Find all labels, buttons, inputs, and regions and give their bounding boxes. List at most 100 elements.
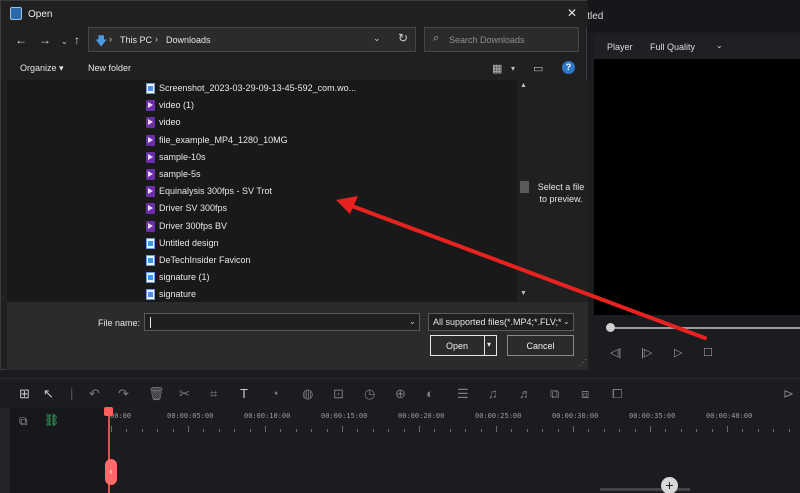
chevron-down-icon[interactable]: ⌄	[716, 41, 723, 50]
cancel-button[interactable]: Cancel	[507, 335, 574, 356]
delete-icon[interactable]: 🗑	[148, 387, 165, 401]
zoom-in-icon[interactable]: +	[661, 477, 678, 493]
layout-icon[interactable]: ⊞	[19, 387, 30, 401]
stabilize-icon[interactable]: ⊡	[333, 387, 344, 401]
snapshot-icon[interactable]: ⧠	[612, 387, 622, 401]
view-options-icon[interactable]: ▦	[492, 62, 502, 75]
file-row[interactable]: signature (1)	[128, 269, 517, 286]
undo-icon[interactable]: ↶	[89, 387, 100, 401]
file-row[interactable]: Untitled design	[128, 235, 517, 252]
open-button[interactable]: Open ▾	[430, 335, 497, 356]
file-name-input[interactable]	[149, 316, 399, 329]
link-icon[interactable]: ⛓	[44, 413, 59, 427]
scrollbar-thumb[interactable]	[520, 181, 529, 193]
file-row[interactable]: file_example_MP4_1280_10MG	[128, 132, 517, 149]
color-icon[interactable]: ◍	[302, 387, 313, 401]
file-row[interactable]: signature	[128, 286, 517, 303]
playhead-cap[interactable]	[104, 407, 113, 416]
refresh-icon[interactable]: ↻	[398, 31, 408, 45]
search-icon: ⌕	[433, 32, 440, 44]
file-row[interactable]: Equinalysis 300fps - SV Trot	[128, 183, 517, 200]
search-box[interactable]: ⌕	[424, 27, 579, 52]
preview-pane-icon[interactable]: ▭	[533, 62, 543, 75]
freeze-icon[interactable]: ⊕	[395, 387, 406, 401]
cut-icon[interactable]: ✂	[179, 387, 190, 401]
audio-icon[interactable]: ♫	[488, 387, 498, 401]
ruler-tick	[650, 426, 651, 432]
playback-scrubber[interactable]	[610, 327, 800, 329]
playhead-handle[interactable]: ‹	[105, 459, 117, 485]
preview-message: Select a file to preview.	[537, 182, 585, 204]
search-input[interactable]	[449, 32, 574, 48]
redo-icon[interactable]: ↷	[118, 387, 129, 401]
ruler-tick	[773, 429, 775, 432]
file-row[interactable]: sample-5s	[128, 166, 517, 183]
scroll-down-icon[interactable]: ▼	[520, 290, 527, 297]
speed-icon[interactable]: ◔	[271, 387, 279, 401]
scrubber-knob[interactable]	[606, 323, 615, 332]
breadcrumb-separator-icon[interactable]: ›	[109, 34, 112, 44]
file-name-combobox[interactable]: ⌄	[144, 313, 420, 331]
back-arrow-icon[interactable]: ←	[15, 33, 27, 47]
crop-icon[interactable]: ⌗	[210, 387, 217, 401]
play-icon[interactable]: ▷	[674, 347, 682, 359]
file-row[interactable]: DeTechInsider Favicon	[128, 252, 517, 269]
timer-icon[interactable]: ◷	[364, 387, 375, 401]
folder-down-icon: 🡇	[95, 34, 108, 48]
text-icon[interactable]: T	[240, 387, 248, 401]
ruler-tick	[634, 429, 636, 432]
file-row[interactable]: video	[128, 114, 517, 131]
mask-icon[interactable]: ◐	[426, 387, 434, 401]
ruler-tick	[542, 429, 544, 432]
new-folder-button[interactable]: New folder	[88, 63, 131, 73]
help-icon[interactable]: ?	[562, 61, 575, 74]
timeline-ruler[interactable]: 00:00 00:00:05:00 00:00:10:00 00:00:15:0…	[108, 408, 800, 434]
breadcrumb-downloads[interactable]: Downloads	[166, 35, 211, 45]
file-row[interactable]: video (1)	[128, 97, 517, 114]
file-list-scrollbar[interactable]: ▲ ▼	[517, 80, 531, 302]
chevron-down-icon[interactable]: ▾	[511, 64, 515, 73]
forward-arrow-icon[interactable]: →	[39, 33, 51, 47]
video-file-icon	[146, 203, 155, 215]
detach-audio-icon[interactable]: ♬	[519, 387, 532, 401]
breadcrumb-separator-icon[interactable]: ›	[155, 34, 158, 44]
chevron-down-icon[interactable]: ⌄	[563, 317, 570, 326]
chevron-down-icon[interactable]: ⌄	[409, 317, 416, 326]
scroll-up-icon[interactable]: ▲	[520, 82, 527, 89]
adjust-icon[interactable]: ☰	[457, 387, 469, 401]
next-frame-icon[interactable]: |▷	[641, 347, 652, 359]
select-pointer-icon[interactable]: ↖	[43, 387, 54, 401]
file-type-select[interactable]: All supported files(*.MP4;*.FLV;* ⌄	[428, 313, 574, 331]
organize-button[interactable]: Organize ▾	[20, 63, 64, 74]
stop-icon[interactable]: ☐	[703, 347, 713, 359]
split-audio-icon[interactable]: ⧉	[550, 387, 559, 401]
chevron-down-icon[interactable]: ⌄	[373, 33, 381, 44]
render-icon[interactable]: ⊳	[783, 387, 794, 401]
file-row[interactable]: Driver SV 300fps	[128, 200, 517, 217]
file-name: signature	[159, 289, 197, 300]
close-icon[interactable]: ✕	[567, 6, 577, 20]
breadcrumb-this-pc[interactable]: This PC	[120, 35, 152, 45]
address-bar[interactable]: 🡇 › This PC › Downloads ⌄ ↻	[88, 27, 416, 52]
ruler-tick	[188, 426, 189, 432]
up-arrow-icon[interactable]: ↑	[74, 33, 80, 47]
quality-select[interactable]: Full Quality	[650, 42, 695, 52]
file-row[interactable]: sample-10s	[128, 149, 517, 166]
ruler-tick	[496, 426, 497, 432]
file-row[interactable]: Screenshot_2023-03-29-09-13-45-592_com.w…	[128, 80, 517, 97]
file-name: video (1)	[159, 100, 195, 111]
prev-frame-icon[interactable]: ◁|	[610, 347, 621, 359]
transition-icon[interactable]: ⧈	[581, 387, 589, 401]
add-track-icon[interactable]: ⧉	[19, 414, 28, 429]
video-file-icon	[146, 220, 155, 232]
recent-locations-icon[interactable]: ⌄	[61, 35, 68, 49]
navigation-pane[interactable]	[7, 80, 128, 302]
ruler-tick	[249, 429, 251, 432]
file-row[interactable]: Driver 300fps BV	[128, 218, 517, 235]
image-file-icon	[146, 255, 155, 266]
open-options-chevron-icon[interactable]: ▾	[487, 340, 491, 349]
ruler-tick	[265, 426, 266, 432]
video-file-icon	[146, 151, 155, 163]
resize-grip-icon[interactable]: ⋰	[579, 358, 587, 367]
timecode-label: 00:00	[110, 412, 132, 420]
